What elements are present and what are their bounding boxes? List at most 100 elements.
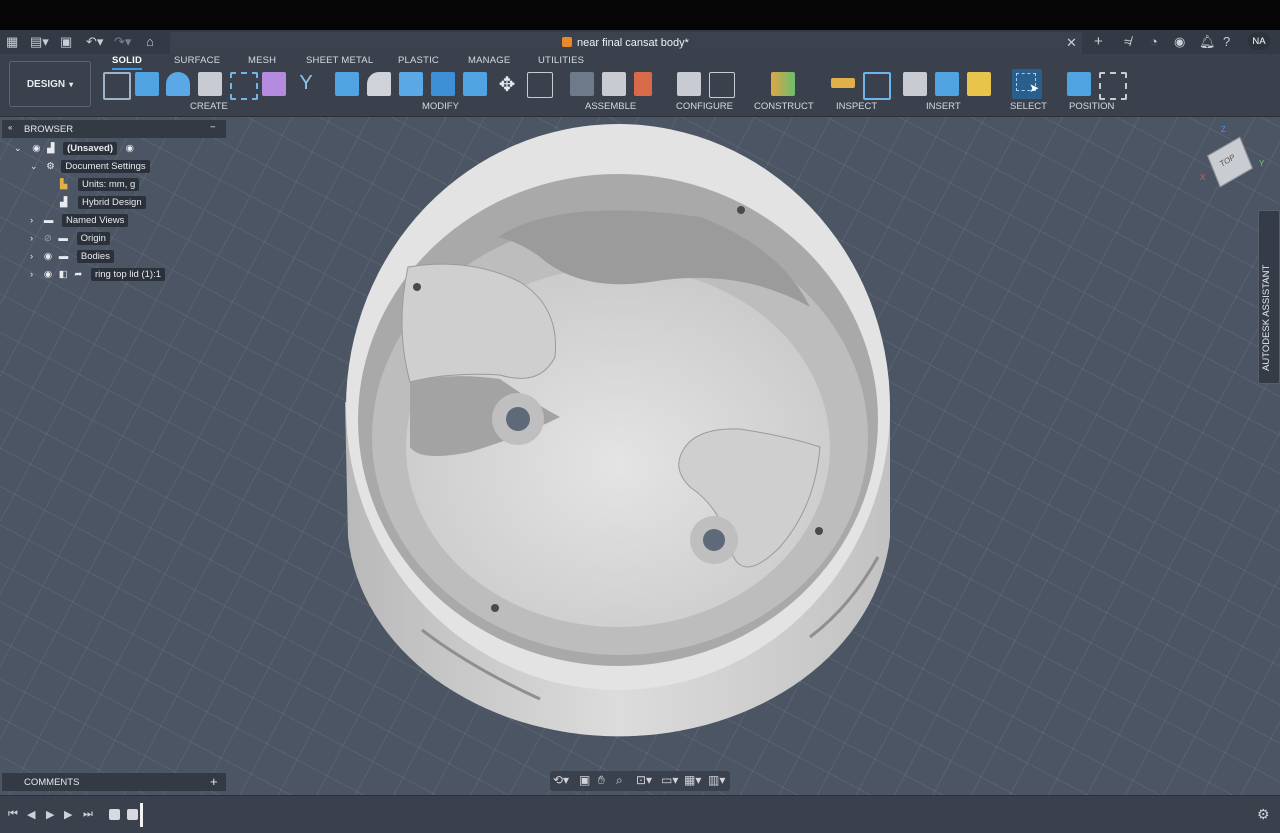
chevron-right-icon[interactable]: › bbox=[30, 251, 33, 262]
capture-position-icon[interactable] bbox=[1099, 72, 1127, 100]
tab-plastic[interactable]: PLASTIC bbox=[398, 55, 439, 66]
tab-sheet-metal[interactable]: SHEET METAL bbox=[306, 55, 373, 66]
select-group-label[interactable]: SELECT bbox=[1010, 101, 1047, 112]
tab-manage[interactable]: MANAGE bbox=[468, 55, 510, 66]
orbit-icon[interactable]: ⟲▾ bbox=[553, 773, 569, 787]
combine-icon[interactable] bbox=[431, 72, 455, 96]
add-comment-icon[interactable]: + bbox=[210, 774, 218, 789]
save-icon[interactable]: ▣ bbox=[60, 34, 72, 50]
configuration-table-icon[interactable] bbox=[709, 72, 735, 98]
viewcube-top-face[interactable]: TOP bbox=[1207, 136, 1253, 188]
comments-panel[interactable]: COMMENTS + bbox=[2, 773, 226, 791]
browser-header[interactable]: « BROWSER − bbox=[2, 120, 226, 138]
go-to-end-icon[interactable]: ⏭ bbox=[83, 808, 93, 821]
close-tab-icon[interactable]: ✕ bbox=[1066, 35, 1077, 51]
fillet-icon[interactable] bbox=[367, 72, 391, 96]
split-icon[interactable] bbox=[463, 72, 487, 96]
redo-icon[interactable]: ↷▾ bbox=[114, 34, 131, 50]
tab-surface[interactable]: SURFACE bbox=[174, 55, 220, 66]
help-icon[interactable]: ? bbox=[1223, 34, 1230, 49]
create-group-label[interactable]: CREATE bbox=[190, 101, 228, 112]
timeline-settings-icon[interactable]: ⚙ bbox=[1257, 806, 1270, 823]
insert-mcmaster-icon[interactable] bbox=[967, 72, 991, 96]
position-group-label[interactable]: POSITION bbox=[1069, 101, 1114, 112]
tree-root[interactable]: ⌄ ◉ ▟ (Unsaved) ◉ bbox=[14, 142, 134, 159]
tree-component[interactable]: › ◉ ◧ ➦ ring top lid (1):1 bbox=[30, 268, 165, 285]
step-back-icon[interactable]: ◀ bbox=[27, 808, 35, 821]
extensions-icon[interactable]: ≉ bbox=[1124, 34, 1131, 49]
design-workspace-button[interactable]: DESIGN ▾ bbox=[9, 61, 91, 107]
construct-group-label[interactable]: CONSTRUCT bbox=[754, 101, 814, 112]
select-tool-active[interactable]: ➤ bbox=[1012, 69, 1042, 99]
pattern-icon[interactable] bbox=[230, 72, 258, 100]
step-forward-icon[interactable]: ▶ bbox=[64, 808, 72, 821]
viewports-icon[interactable]: ▥▾ bbox=[708, 773, 725, 787]
chevron-down-icon[interactable]: ⌄ bbox=[30, 161, 38, 171]
viewcube[interactable]: TOP Z Y X bbox=[1200, 125, 1264, 188]
assemble-group-label[interactable]: ASSEMBLE bbox=[585, 101, 636, 112]
new-component-icon[interactable] bbox=[602, 72, 626, 96]
activate-radio-icon[interactable]: ◉ bbox=[126, 143, 134, 154]
tree-named-views[interactable]: › ▬ Named Views bbox=[30, 214, 129, 231]
fit-icon[interactable]: ⊡▾ bbox=[636, 773, 652, 787]
model-render[interactable] bbox=[0, 117, 1280, 795]
chevron-right-icon[interactable]: › bbox=[30, 269, 33, 280]
display-settings-icon[interactable]: ▭▾ bbox=[661, 773, 678, 787]
notifications-icon[interactable]: 🔔︎ bbox=[1199, 34, 1216, 50]
tree-hybrid-design[interactable]: ▟ Hybrid Design bbox=[60, 196, 146, 213]
timeline-marker[interactable] bbox=[140, 803, 143, 827]
revolve-icon[interactable] bbox=[166, 72, 190, 96]
grid-icon[interactable]: ▦▾ bbox=[684, 773, 701, 787]
tree-document-settings[interactable]: ⌄ ⚙ Document Settings bbox=[30, 160, 150, 177]
create-sketch-icon[interactable] bbox=[103, 72, 131, 100]
file-menu-icon[interactable]: ▤▾ bbox=[30, 34, 49, 50]
look-at-icon[interactable]: ▣ bbox=[579, 773, 590, 787]
modify-group-label[interactable]: MODIFY bbox=[422, 101, 459, 112]
eye-icon[interactable]: ◉ bbox=[32, 143, 40, 154]
derive-icon[interactable]: Y bbox=[294, 72, 318, 96]
align-icon[interactable] bbox=[1067, 72, 1091, 96]
go-to-start-icon[interactable]: ⏮ bbox=[8, 808, 18, 821]
press-pull-icon[interactable] bbox=[335, 72, 359, 96]
insert-derive-icon[interactable] bbox=[903, 72, 927, 96]
offset-plane-icon[interactable] bbox=[771, 72, 795, 96]
inspect-group-label[interactable]: INSPECT bbox=[836, 101, 877, 112]
online-status-icon[interactable]: ◉ bbox=[1174, 34, 1185, 50]
app-grid-icon[interactable]: ▦ bbox=[6, 34, 18, 50]
section-analysis-icon[interactable] bbox=[863, 72, 891, 100]
configure-group-label[interactable]: CONFIGURE bbox=[676, 101, 733, 112]
insert-image-icon[interactable] bbox=[935, 72, 959, 96]
timeline-feature-1[interactable] bbox=[109, 809, 120, 820]
eye-hidden-icon[interactable]: ⊘ bbox=[44, 233, 52, 244]
chevron-down-icon[interactable]: ⌄ bbox=[14, 143, 22, 153]
shell-icon[interactable] bbox=[399, 72, 423, 96]
extrude-icon[interactable] bbox=[135, 72, 159, 96]
autodesk-assistant-tab[interactable]: AUTODESK ASSISTANT bbox=[1258, 210, 1280, 384]
tab-mesh[interactable]: MESH bbox=[248, 55, 276, 66]
zoom-icon[interactable]: ⌕ bbox=[616, 773, 623, 788]
job-status-icon[interactable]: ◔ bbox=[1150, 34, 1158, 49]
tree-origin[interactable]: › ⊘ ▬ Origin bbox=[30, 232, 110, 249]
collapse-panel-icon[interactable]: « bbox=[8, 123, 12, 132]
undo-icon[interactable]: ↶▾ bbox=[86, 34, 103, 50]
home-icon[interactable]: ⌂ bbox=[146, 34, 154, 49]
tree-units[interactable]: ▙ Units: mm, g bbox=[60, 178, 140, 195]
timeline-feature-2[interactable] bbox=[127, 809, 138, 820]
eye-icon[interactable]: ◉ bbox=[44, 251, 52, 262]
as-built-joint-icon[interactable] bbox=[634, 72, 652, 96]
move-icon[interactable]: ✥ bbox=[495, 72, 519, 96]
tree-bodies[interactable]: › ◉ ▬ Bodies bbox=[30, 250, 114, 267]
tab-solid[interactable]: SOLID bbox=[112, 55, 142, 66]
chevron-right-icon[interactable]: › bbox=[30, 233, 33, 244]
minimize-icon[interactable]: − bbox=[210, 122, 216, 133]
play-icon[interactable]: ▶ bbox=[46, 808, 54, 821]
cansat-body-model[interactable] bbox=[345, 124, 890, 737]
eye-icon[interactable]: ◉ bbox=[44, 269, 52, 280]
user-avatar[interactable]: NA bbox=[1248, 32, 1270, 50]
form-icon[interactable] bbox=[262, 72, 286, 96]
new-tab-icon[interactable]: + bbox=[1094, 33, 1103, 50]
joint-icon[interactable] bbox=[570, 72, 594, 96]
insert-group-label[interactable]: INSERT bbox=[926, 101, 961, 112]
tab-utilities[interactable]: UTILITIES bbox=[538, 55, 584, 66]
chevron-right-icon[interactable]: › bbox=[30, 215, 33, 226]
